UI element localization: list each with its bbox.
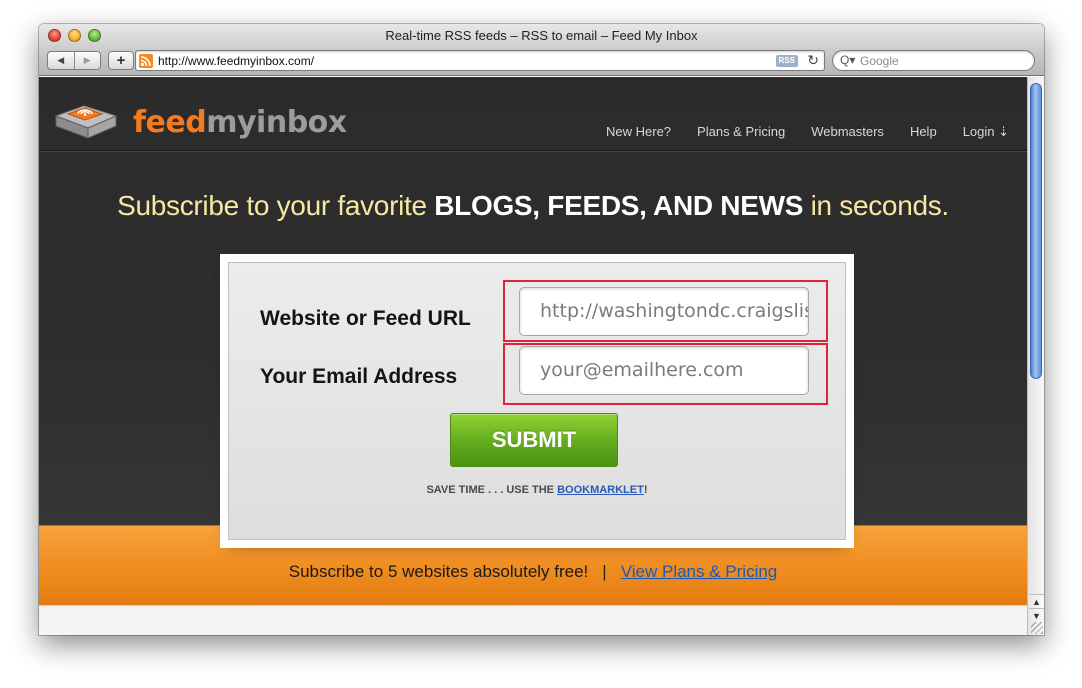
rss-badge-button[interactable]: RSS: [775, 55, 798, 67]
nav-login[interactable]: Login ⇣: [963, 124, 1009, 140]
address-text: http://www.feedmyinbox.com/: [158, 54, 315, 68]
main-nav: New Here? Plans & Pricing Webmasters Hel…: [606, 124, 1009, 140]
submit-button[interactable]: SUBMIT: [450, 413, 618, 467]
free-plan-text: Subscribe to 5 websites absolutely free!: [288, 562, 589, 581]
nav-plans-pricing[interactable]: Plans & Pricing: [697, 124, 785, 140]
search-field[interactable]: Q▾ Google: [832, 50, 1035, 71]
scroll-down-arrow-icon[interactable]: ▼: [1029, 608, 1044, 622]
page-headline: Subscribe to your favorite BLOGS, FEEDS,…: [39, 190, 1027, 222]
reload-icon[interactable]: ↻: [807, 52, 819, 69]
rss-favicon-icon: [139, 54, 153, 68]
nav-webmasters[interactable]: Webmasters: [811, 124, 884, 140]
vertical-scrollbar[interactable]: ▲ ▼: [1027, 77, 1044, 635]
url-highlight-box: [503, 280, 828, 342]
title-bar: Real-time RSS feeds – RSS to email – Fee…: [39, 24, 1044, 76]
form-panel: Website or Feed URL Your Email Address h…: [229, 263, 845, 539]
email-highlight-box: [503, 343, 828, 405]
add-bookmark-button[interactable]: +: [108, 51, 134, 70]
subscribe-form: Website or Feed URL Your Email Address h…: [228, 262, 846, 540]
logo-feed-text: feed: [133, 105, 207, 140]
search-icon[interactable]: Q▾: [840, 53, 855, 67]
scroll-up-arrow-icon[interactable]: ▲: [1029, 594, 1044, 608]
scrollbar-thumb[interactable]: [1030, 83, 1042, 379]
bookmarklet-tip: SAVE TIME . . . USE THE BOOKMARKLET!: [229, 484, 845, 496]
browser-window: Real-time RSS feeds – RSS to email – Fee…: [39, 24, 1044, 635]
logo-wordmark: feedmyinbox: [133, 105, 347, 140]
save-time-text: SAVE TIME . . . USE THE: [426, 484, 558, 496]
search-placeholder: Google: [860, 54, 899, 68]
resize-grip-icon[interactable]: [1031, 622, 1043, 634]
forward-button[interactable]: ▶: [73, 52, 101, 69]
banner-separator: |: [602, 562, 607, 581]
inbox-tray-icon: [54, 102, 118, 140]
address-bar[interactable]: http://www.feedmyinbox.com/ RSS ↻: [135, 50, 825, 71]
email-label: Your Email Address: [260, 365, 458, 388]
nav-new-here[interactable]: New Here?: [606, 124, 671, 140]
headline-suffix: in seconds.: [803, 190, 950, 221]
save-time-end: !: [643, 484, 648, 496]
feed-url-label: Website or Feed URL: [260, 307, 471, 330]
headline-prefix: Subscribe to your favorite: [117, 190, 435, 221]
header-divider: [39, 150, 1027, 151]
headline-bold: BLOGS, FEEDS, AND NEWS: [434, 190, 804, 221]
view-plans-link[interactable]: View Plans & Pricing: [621, 562, 778, 581]
bookmarklet-link[interactable]: BOOKMARKLET: [557, 484, 644, 496]
logo-myinbox-text: myinbox: [206, 105, 347, 140]
back-button[interactable]: ◀: [48, 52, 74, 69]
site-logo[interactable]: feedmyinbox: [51, 87, 347, 147]
nav-help[interactable]: Help: [910, 124, 937, 140]
history-buttons: ◀ ▶: [47, 51, 101, 70]
banner-line: Subscribe to 5 websites absolutely free!…: [39, 562, 1027, 582]
page-bottom-area: [39, 605, 1027, 635]
window-title: Real-time RSS feeds – RSS to email – Fee…: [385, 28, 698, 43]
page-viewport: feedmyinbox New Here? Plans & Pricing We…: [39, 77, 1027, 605]
